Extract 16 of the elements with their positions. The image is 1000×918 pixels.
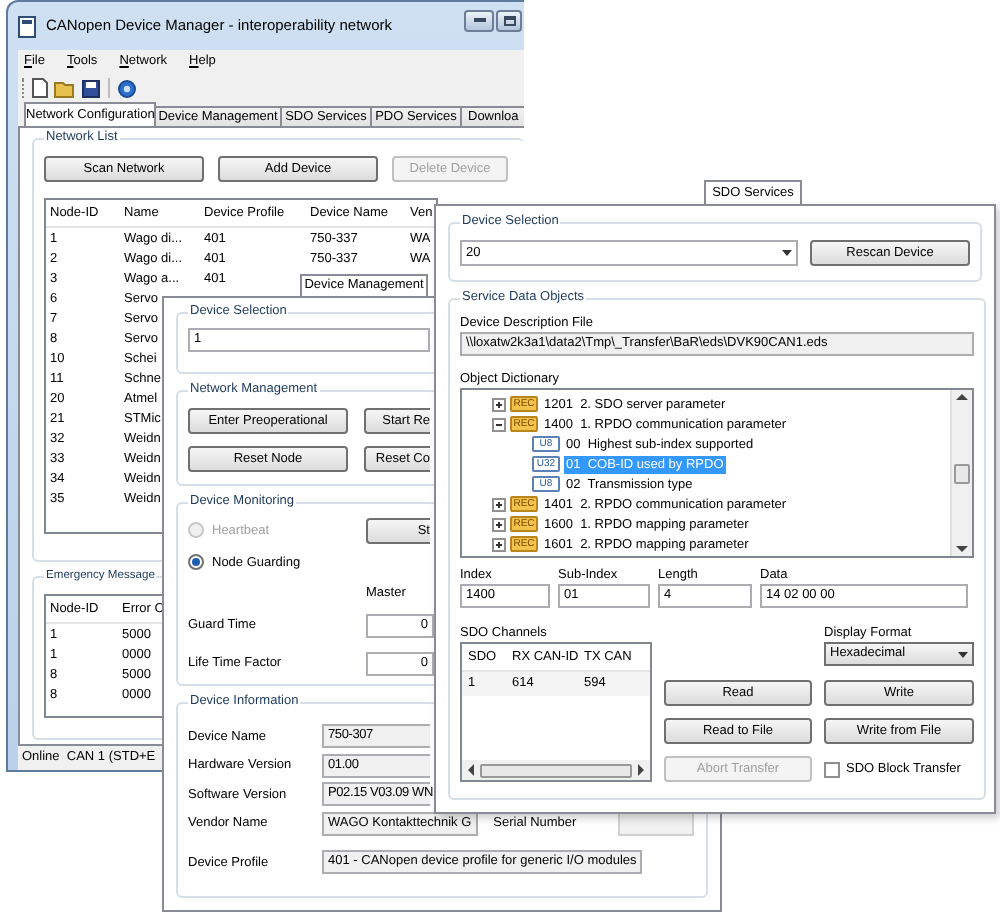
save-icon[interactable] xyxy=(82,79,100,97)
dropdown-arrow-icon xyxy=(958,651,968,657)
app-icon xyxy=(18,15,36,37)
help-icon[interactable] xyxy=(118,79,136,97)
maximize-button[interactable] xyxy=(496,9,522,31)
open-folder-icon[interactable] xyxy=(54,79,76,97)
dropdown-arrow-icon xyxy=(782,250,792,256)
expand-icon[interactable] xyxy=(492,537,506,551)
horizontal-scrollbar[interactable] xyxy=(462,760,650,780)
collapse-icon[interactable] xyxy=(492,417,506,431)
expand-icon[interactable] xyxy=(492,497,506,511)
expand-icon[interactable] xyxy=(492,517,506,531)
new-file-icon[interactable] xyxy=(32,78,48,98)
vertical-scrollbar[interactable] xyxy=(950,390,972,556)
minimize-button[interactable] xyxy=(464,9,494,31)
expand-icon[interactable] xyxy=(492,397,506,411)
